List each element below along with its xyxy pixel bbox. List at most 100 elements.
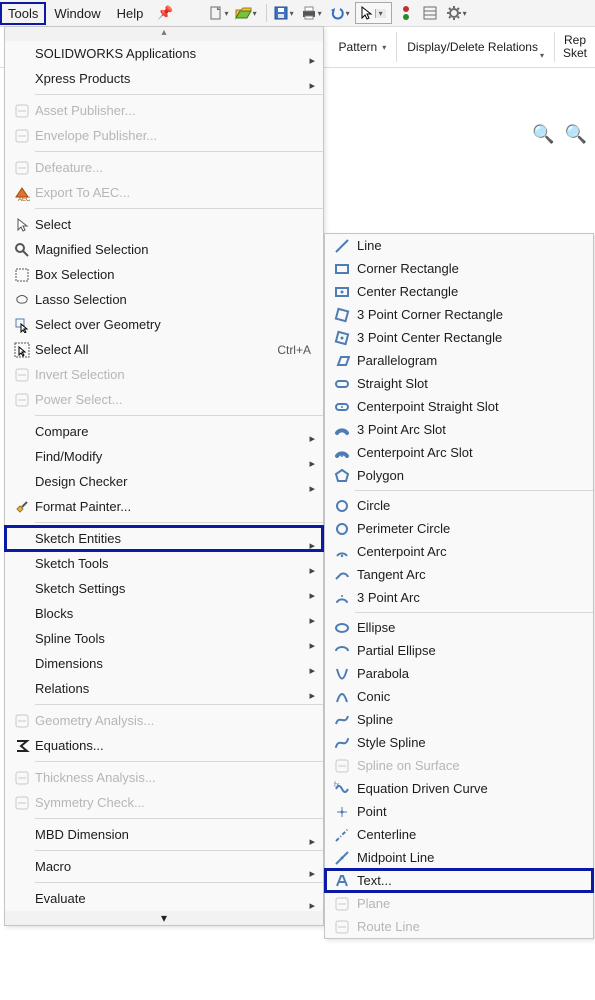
sketch-item-straight-slot[interactable]: Straight Slot [325, 372, 593, 395]
sketch-item-center-rectangle[interactable]: Center Rectangle [325, 280, 593, 303]
zoom-fit-icon[interactable]: 🔍 [565, 124, 587, 145]
print-icon[interactable] [299, 3, 319, 23]
3pt-center-rect-icon [331, 329, 353, 347]
menu-item-equations[interactable]: Equations... [5, 733, 323, 758]
conic-icon [331, 688, 353, 706]
menu-item-design-checker[interactable]: Design Checker [5, 469, 323, 494]
new-dropdown[interactable]: ▾ [225, 9, 229, 18]
sketch-item-centerpoint-arc-slot[interactable]: Centerpoint Arc Slot [325, 441, 593, 464]
pin-icon[interactable]: 📌 [157, 5, 173, 21]
menu-item-select[interactable]: Select [5, 212, 323, 237]
menu-item-relations[interactable]: Relations [5, 676, 323, 701]
undo-icon[interactable] [327, 3, 347, 23]
sketch-item-point[interactable]: Point [325, 800, 593, 823]
settings-dropdown[interactable]: ▾ [463, 9, 467, 18]
sketch-item-conic[interactable]: Conic [325, 685, 593, 708]
rebuild-icon[interactable] [396, 3, 416, 23]
save-icon[interactable] [271, 3, 291, 23]
geometry-analysis-icon [11, 712, 33, 730]
menu-item-box-selection[interactable]: Box Selection [5, 262, 323, 287]
menu-scroll-down[interactable]: ▾ [5, 911, 323, 925]
menu-item-find-modify[interactable]: Find/Modify [5, 444, 323, 469]
menu-item-xpress-products[interactable]: Xpress Products [5, 66, 323, 91]
menubar-item-help[interactable]: Help [109, 2, 152, 25]
menu-item-blocks[interactable]: Blocks [5, 601, 323, 626]
sketch-item-label: Polygon [353, 468, 585, 483]
blank-icon [11, 580, 33, 598]
undo-dropdown[interactable]: ▾ [346, 9, 350, 18]
open-document-icon[interactable] [234, 3, 254, 23]
sketch-item-parallelogram[interactable]: Parallelogram [325, 349, 593, 372]
sketch-item-label: Midpoint Line [353, 850, 585, 865]
menu-separator [35, 151, 323, 152]
menu-item-label: Design Checker [33, 474, 315, 489]
sketch-item-centerline[interactable]: Centerline [325, 823, 593, 846]
menu-item-asset-publisher: Asset Publisher... [5, 98, 323, 123]
ribbon-repair-sketch[interactable]: Rep Sket [559, 34, 591, 59]
menu-item-magnified-selection[interactable]: Magnified Selection [5, 237, 323, 262]
sketch-item-corner-rectangle[interactable]: Corner Rectangle [325, 257, 593, 280]
menu-item-evaluate[interactable]: Evaluate [5, 886, 323, 911]
sketch-item-tangent-arc[interactable]: Tangent Arc [325, 563, 593, 586]
save-dropdown[interactable]: ▾ [290, 9, 294, 18]
sketch-item-ellipse[interactable]: Ellipse [325, 616, 593, 639]
zoom-icon[interactable]: 🔍 [532, 124, 554, 145]
sketch-item-3-point-center-rectangle[interactable]: 3 Point Center Rectangle [325, 326, 593, 349]
menu-item-solidworks-applications[interactable]: SOLIDWORKS Applications [5, 41, 323, 66]
sketch-item-3-point-corner-rectangle[interactable]: 3 Point Corner Rectangle [325, 303, 593, 326]
menu-item-spline-tools[interactable]: Spline Tools [5, 626, 323, 651]
sketch-item-3-point-arc-slot[interactable]: 3 Point Arc Slot [325, 418, 593, 441]
menubar-item-window[interactable]: Window [46, 2, 108, 25]
menu-item-envelope-publisher: Envelope Publisher... [5, 123, 323, 148]
sketch-item-line[interactable]: Line [325, 234, 593, 257]
centerpoint-arc-icon [331, 543, 353, 561]
menu-item-sketch-settings[interactable]: Sketch Settings [5, 576, 323, 601]
new-document-icon[interactable] [206, 3, 226, 23]
menu-item-sketch-entities[interactable]: Sketch Entities [5, 526, 323, 551]
menu-item-lasso-selection[interactable]: Lasso Selection [5, 287, 323, 312]
select-tool-button[interactable]: ▾ [355, 2, 392, 24]
menu-item-label: Format Painter... [33, 499, 315, 514]
box-select-icon [11, 266, 33, 284]
sketch-item-label: Centerpoint Straight Slot [353, 399, 585, 414]
sketch-item-centerpoint-arc[interactable]: Centerpoint Arc [325, 540, 593, 563]
sketch-item-label: Parallelogram [353, 353, 585, 368]
menubar-item-tools[interactable]: Tools [0, 2, 46, 25]
menu-scroll-up[interactable]: ▴ [5, 27, 323, 41]
menu-item-select-all[interactable]: Select AllCtrl+A [5, 337, 323, 362]
menu-item-mbd-dimension[interactable]: MBD Dimension [5, 822, 323, 847]
ribbon-display-delete-relations[interactable]: Display/Delete Relations▾ [401, 35, 550, 60]
menu-item-sketch-tools[interactable]: Sketch Tools [5, 551, 323, 576]
sketch-item-parabola[interactable]: Parabola [325, 662, 593, 685]
options-icon[interactable] [420, 3, 440, 23]
menu-item-compare[interactable]: Compare [5, 419, 323, 444]
sketch-item-spline[interactable]: Spline [325, 708, 593, 731]
ribbon-pattern-label: Pattern [339, 40, 378, 54]
style-spline-icon [331, 734, 353, 752]
sketch-item-equation-driven-curve[interactable]: fxEquation Driven Curve [325, 777, 593, 800]
sketch-item-partial-ellipse[interactable]: Partial Ellipse [325, 639, 593, 662]
settings-icon[interactable] [444, 3, 464, 23]
menu-item-select-over-geometry[interactable]: Select over Geometry [5, 312, 323, 337]
sketch-item-polygon[interactable]: Polygon [325, 464, 593, 487]
print-dropdown[interactable]: ▾ [318, 9, 322, 18]
menu-item-format-painter[interactable]: Format Painter... [5, 494, 323, 519]
sketch-item-midpoint-line[interactable]: Midpoint Line [325, 846, 593, 869]
sketch-item-centerpoint-straight-slot[interactable]: Centerpoint Straight Slot [325, 395, 593, 418]
sketch-item-style-spline[interactable]: Style Spline [325, 731, 593, 754]
menu-item-label: Select over Geometry [33, 317, 315, 332]
menu-item-macro[interactable]: Macro [5, 854, 323, 879]
open-dropdown[interactable]: ▾ [253, 9, 257, 18]
polygon-icon [331, 467, 353, 485]
sketch-item-3-point-arc[interactable]: 3 Point Arc [325, 586, 593, 609]
sketch-item-circle[interactable]: Circle [325, 494, 593, 517]
sketch-item-label: Conic [353, 689, 585, 704]
sketch-item-perimeter-circle[interactable]: Perimeter Circle [325, 517, 593, 540]
sketch-item-text[interactable]: Text... [325, 869, 593, 892]
select-tool-dropdown[interactable]: ▾ [375, 9, 386, 18]
menu-item-dimensions[interactable]: Dimensions [5, 651, 323, 676]
menu-item-label: Defeature... [33, 160, 315, 175]
sketch-item-label: Plane [353, 896, 585, 911]
ribbon-pattern[interactable]: Pattern▾ [333, 40, 393, 54]
power-select-icon [11, 391, 33, 409]
